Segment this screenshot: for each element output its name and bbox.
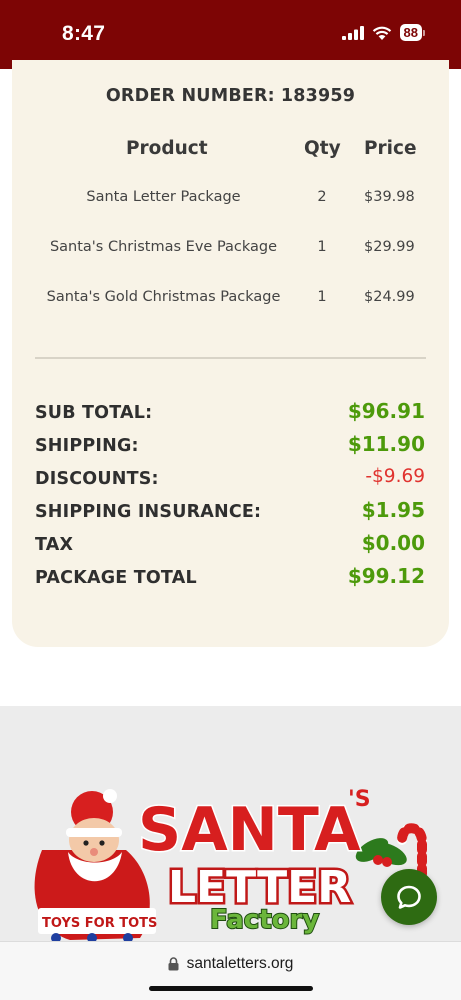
item-product: Santa's Gold Christmas Package bbox=[46, 289, 281, 305]
item-qty: 1 bbox=[317, 239, 327, 255]
discounts-value: -$9.69 bbox=[365, 466, 425, 487]
divider bbox=[35, 357, 426, 359]
url-text[interactable]: santaletters.org bbox=[187, 955, 294, 973]
chat-button[interactable] bbox=[381, 869, 437, 925]
subtotal-value: $96.91 bbox=[347, 399, 425, 423]
item-qty: 2 bbox=[317, 189, 327, 205]
item-price: $29.99 bbox=[364, 239, 415, 255]
subtotal-label: SUB TOTAL: bbox=[35, 403, 153, 423]
lock-icon bbox=[168, 957, 179, 971]
browser-address-bar[interactable]: santaletters.org bbox=[0, 941, 461, 1000]
order-number-label: ORDER NUMBER: bbox=[105, 86, 275, 106]
order-item-row: Santa Letter Package 2 $39.98 bbox=[12, 189, 449, 213]
logo-apostrophe-s: 'S bbox=[348, 787, 371, 812]
logo-word-factory: Factory bbox=[210, 905, 319, 935]
logo-toys-for-tots: TOYS FOR TOTS bbox=[42, 916, 157, 931]
tax-label: TAX bbox=[35, 535, 74, 555]
santas-letter-factory-logo[interactable]: SANTA 'S LETTER Factory TOYS FOR TOTS bbox=[30, 780, 440, 950]
column-header-product: Product bbox=[126, 138, 208, 159]
package-total-value: $99.12 bbox=[347, 564, 425, 588]
tax-value: $0.00 bbox=[361, 531, 425, 555]
shipping-label: SHIPPING: bbox=[35, 436, 139, 456]
column-header-qty: Qty bbox=[304, 138, 341, 159]
column-header-price: Price bbox=[364, 138, 417, 159]
item-product: Santa's Christmas Eve Package bbox=[49, 239, 278, 255]
battery-icon: 88 bbox=[399, 24, 425, 41]
battery-level: 88 bbox=[399, 24, 422, 41]
status-icons: 88 bbox=[341, 24, 425, 41]
order-number: ORDER NUMBER: 183959 bbox=[12, 86, 449, 106]
order-summary-card: ORDER NUMBER: 183959 Product Qty Price Sa… bbox=[12, 60, 449, 647]
item-product: Santa Letter Package bbox=[86, 189, 241, 205]
order-item-row: Santa's Christmas Eve Package 1 $29.99 bbox=[12, 239, 449, 263]
home-indicator[interactable] bbox=[149, 986, 313, 991]
wifi-icon bbox=[372, 26, 391, 40]
chat-bubble-icon bbox=[397, 885, 421, 909]
item-price: $39.98 bbox=[364, 189, 415, 205]
shipping-value: $11.90 bbox=[347, 432, 425, 456]
status-bar: 8:47 88 bbox=[0, 0, 461, 69]
signal-icon bbox=[341, 25, 364, 40]
order-number-value: 183959 bbox=[280, 86, 356, 106]
item-qty: 1 bbox=[317, 289, 327, 305]
status-time: 8:47 bbox=[62, 22, 106, 45]
shipping-insurance-label: SHIPPING INSURANCE: bbox=[35, 502, 262, 522]
package-total-label: PACKAGE TOTAL bbox=[35, 568, 197, 588]
item-price: $24.99 bbox=[364, 289, 415, 305]
order-item-row: Santa's Gold Christmas Package 1 $24.99 bbox=[12, 289, 449, 313]
page: 8:47 88 ORDER NUMBER: 183959 Product Qty… bbox=[0, 0, 461, 1000]
discounts-label: DISCOUNTS: bbox=[35, 469, 159, 489]
logo-word-santa: SANTA bbox=[138, 795, 361, 865]
shipping-insurance-value: $1.95 bbox=[361, 498, 425, 522]
